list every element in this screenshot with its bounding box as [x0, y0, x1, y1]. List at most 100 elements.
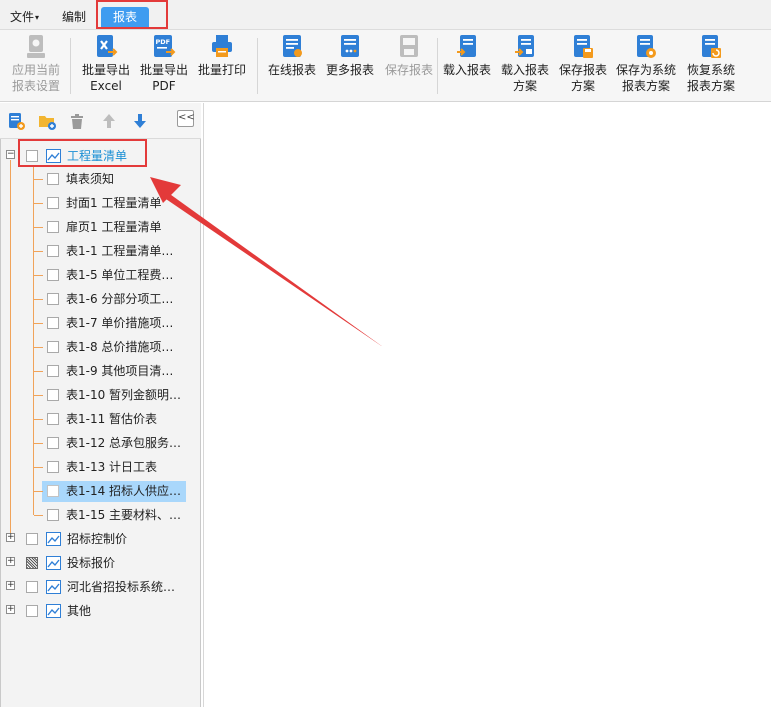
- restore-scheme-label-2: 报表方案: [686, 79, 735, 93]
- tree-node-other[interactable]: 其他: [67, 600, 91, 622]
- tree-guide-branch: [34, 515, 43, 516]
- load-scheme-label-1: 载入报表: [500, 63, 549, 77]
- tree-item[interactable]: 封面1 工程量清单: [66, 192, 161, 214]
- tree-guide-branch: [34, 443, 43, 444]
- move-down-icon[interactable]: [130, 111, 150, 131]
- collapse-toggle-icon[interactable]: −: [6, 150, 15, 159]
- expand-toggle-icon[interactable]: +: [6, 557, 15, 566]
- tree-item[interactable]: 表1-9 其他项目清…: [66, 360, 173, 382]
- tree-item[interactable]: 表1-12 总承包服务…: [66, 432, 181, 454]
- report-folder-icon: [46, 149, 61, 163]
- print-icon: [212, 35, 232, 57]
- tree-item[interactable]: 表1-7 单价措施项…: [66, 312, 173, 334]
- tree-guide-branch: [34, 419, 43, 420]
- tree-item[interactable]: 表1-5 单位工程费…: [66, 264, 173, 286]
- load-report-button[interactable]: 载入报表: [439, 34, 495, 98]
- tree-checkbox[interactable]: [47, 389, 59, 401]
- tree-checkbox-partial[interactable]: [26, 557, 38, 569]
- tree-checkbox[interactable]: [26, 605, 38, 617]
- tree-checkbox[interactable]: [47, 197, 59, 209]
- save-report-icon: [400, 35, 418, 57]
- report-folder-icon: [46, 580, 61, 594]
- add-folder-icon[interactable]: [37, 111, 57, 131]
- tree-checkbox[interactable]: [47, 245, 59, 257]
- ribbon-separator: [70, 38, 71, 94]
- tree-item[interactable]: 表1-10 暂列金额明…: [66, 384, 181, 406]
- tree-checkbox[interactable]: [26, 581, 38, 593]
- move-up-icon[interactable]: [99, 111, 119, 131]
- save-scheme-label-2: 方案: [570, 79, 595, 93]
- batch-print-button[interactable]: 批量打印: [195, 34, 249, 98]
- print-label-1: 批量打印: [197, 63, 246, 77]
- tree-root-engineering-bill[interactable]: 工程量清单: [67, 145, 127, 167]
- tree-node-control-price[interactable]: 招标控制价: [67, 528, 127, 550]
- tree-item[interactable]: 填表须知: [66, 168, 114, 190]
- tree-checkbox[interactable]: [47, 221, 59, 233]
- tree-guide-branch: [34, 395, 43, 396]
- expand-toggle-icon[interactable]: +: [6, 581, 15, 590]
- tree-guide-branch: [34, 227, 43, 228]
- save-as-system-scheme-button[interactable]: 保存为系统 报表方案: [612, 34, 680, 98]
- apply-settings-label-1: 应用当前: [11, 63, 60, 77]
- dropdown-caret-icon: ▾: [35, 13, 40, 22]
- online-report-button[interactable]: 在线报表: [264, 34, 320, 98]
- save-report-button[interactable]: 保存报表: [381, 34, 437, 98]
- expand-toggle-icon[interactable]: +: [6, 605, 15, 614]
- tree-checkbox[interactable]: [47, 317, 59, 329]
- tree-item[interactable]: 表1-8 总价措施项…: [66, 336, 173, 358]
- tree-checkbox[interactable]: [47, 293, 59, 305]
- tree-checkbox[interactable]: [47, 437, 59, 449]
- tree-checkbox[interactable]: [47, 413, 59, 425]
- tree-item[interactable]: 表1-13 计日工表: [66, 456, 157, 478]
- tree-item[interactable]: 扉页1 工程量清单: [66, 216, 161, 238]
- menu-report-tab[interactable]: 报表: [101, 7, 149, 28]
- tree-guide-branch: [34, 491, 43, 492]
- tree-checkbox[interactable]: [47, 365, 59, 377]
- online-report-icon: [283, 35, 302, 57]
- batch-export-excel-button[interactable]: 批量导出 Excel: [79, 34, 133, 98]
- batch-export-pdf-button[interactable]: PDF 批量导出 PDF: [137, 34, 191, 98]
- save-report-scheme-button[interactable]: 保存报表 方案: [555, 34, 611, 98]
- tree-checkbox[interactable]: [47, 341, 59, 353]
- more-reports-icon: [341, 35, 359, 57]
- add-report-icon[interactable]: [6, 111, 26, 131]
- tree-checkbox[interactable]: [47, 461, 59, 473]
- excel-label-1: 批量导出: [81, 63, 130, 77]
- delete-icon[interactable]: [67, 111, 87, 131]
- pdf-label-2: PDF: [152, 79, 176, 93]
- collapse-panel-button[interactable]: <<: [177, 110, 195, 127]
- expand-toggle-icon[interactable]: +: [6, 533, 15, 542]
- tree-node-bid-price[interactable]: 投标报价: [67, 552, 115, 574]
- tree-node-hebei-system[interactable]: 河北省招投标系统…: [67, 576, 175, 598]
- tree-checkbox[interactable]: [47, 509, 59, 521]
- tree-checkbox[interactable]: [47, 485, 59, 497]
- save-scheme-label-1: 保存报表: [558, 63, 607, 77]
- svg-text:PDF: PDF: [156, 38, 171, 46]
- save-scheme-icon: [574, 35, 593, 58]
- ribbon-toolbar: 应用当前 报表设置 批量导出 Excel PDF 批量导出 PDF 批量打印 在…: [0, 30, 771, 102]
- restore-system-scheme-icon: [702, 35, 721, 58]
- menu-file[interactable]: 文件▾: [10, 8, 39, 25]
- excel-export-icon: [97, 35, 118, 57]
- tree-item[interactable]: 表1-11 暂估价表: [66, 408, 157, 430]
- save-report-label-1: 保存报表: [384, 63, 433, 77]
- tree-checkbox[interactable]: [47, 173, 59, 185]
- tree-item[interactable]: 表1-6 分部分项工…: [66, 288, 173, 310]
- restore-system-scheme-button[interactable]: 恢复系统 报表方案: [682, 34, 740, 98]
- tree-checkbox[interactable]: [26, 150, 38, 162]
- tree-item[interactable]: 表1-1 工程量清单…: [66, 240, 173, 262]
- more-reports-button[interactable]: 更多报表: [322, 34, 378, 98]
- tree-item[interactable]: 表1-15 主要材料、…: [66, 504, 181, 526]
- tree-guide-branch: [34, 275, 43, 276]
- apply-settings-icon: [27, 35, 45, 58]
- tree-checkbox[interactable]: [47, 269, 59, 281]
- tree-checkbox[interactable]: [26, 533, 38, 545]
- report-folder-icon: [46, 532, 61, 546]
- tree-guide-branch: [34, 179, 43, 180]
- load-report-scheme-button[interactable]: 载入报表 方案: [497, 34, 553, 98]
- apply-report-settings-button[interactable]: 应用当前 报表设置: [8, 34, 64, 98]
- menu-edit[interactable]: 编制: [62, 8, 86, 25]
- tree-item-selected[interactable]: 表1-14 招标人供应…: [66, 480, 181, 502]
- load-report-icon: [457, 35, 476, 57]
- load-scheme-icon: [515, 35, 534, 57]
